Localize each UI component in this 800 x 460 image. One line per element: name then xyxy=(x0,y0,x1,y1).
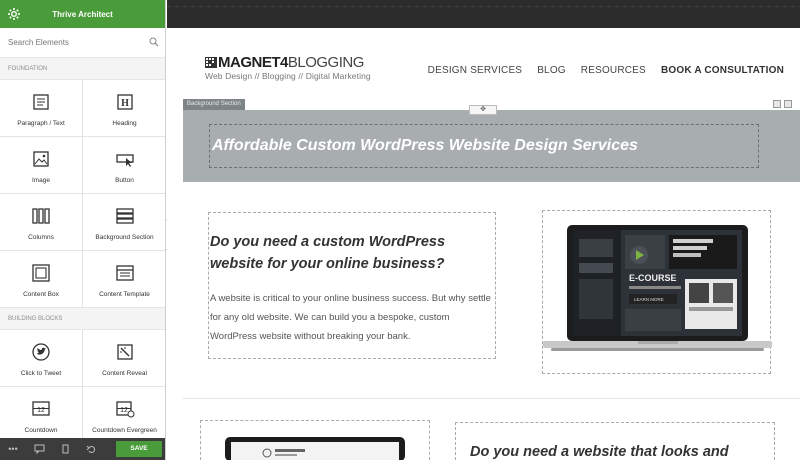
search-icon[interactable] xyxy=(149,37,159,47)
undo-icon[interactable] xyxy=(78,438,104,460)
editor-app: Thrive Architect FOUNDATION Paragraph / … xyxy=(0,0,800,460)
site-nav: DESIGN SERVICES BLOG RESOURCES BOOK A CO… xyxy=(428,65,784,76)
svg-text:H: H xyxy=(121,98,129,109)
content-reveal-icon xyxy=(116,344,133,360)
laptop-image: E-COURSE LEARN MORE xyxy=(543,225,772,351)
element-label: Columns xyxy=(28,234,54,241)
logo-light-text: BLOGGING xyxy=(287,54,365,71)
laptop-ecourse-text: E-COURSE xyxy=(629,273,677,283)
element-button[interactable]: Button xyxy=(83,137,165,194)
section-tools xyxy=(773,100,792,108)
image-content-box[interactable]: E-COURSE LEARN MORE xyxy=(542,210,772,374)
content-box-icon xyxy=(32,264,50,282)
element-columns[interactable]: Columns xyxy=(0,194,83,251)
sidebar-header: Thrive Architect xyxy=(0,0,165,28)
nav-design-services[interactable]: DESIGN SERVICES xyxy=(428,65,523,76)
image-icon xyxy=(33,151,49,167)
element-countdown-evergreen[interactable]: 12 Countdown Evergreen xyxy=(83,387,165,444)
editor-top-bar xyxy=(167,0,800,28)
countdown-evergreen-icon: 12 xyxy=(115,401,134,418)
element-paragraph-text[interactable]: Paragraph / Text xyxy=(0,80,83,137)
gear-icon[interactable] xyxy=(7,7,21,21)
columns-icon xyxy=(32,208,50,224)
elements-sidebar: Thrive Architect FOUNDATION Paragraph / … xyxy=(0,0,166,460)
element-click-to-tweet[interactable]: Click to Tweet xyxy=(0,330,83,387)
more-icon[interactable]: ••• xyxy=(0,438,26,460)
heading-icon: H xyxy=(116,94,133,110)
settings-icon[interactable] xyxy=(784,100,792,108)
site-logo[interactable]: MAGNET4BLOGGING Web Design // Blogging /… xyxy=(205,55,371,81)
sidebar-title: Thrive Architect xyxy=(52,9,113,19)
search-elements-input[interactable] xyxy=(0,28,140,56)
element-label: Background Section xyxy=(95,234,154,241)
building-blocks-grid: Click to Tweet Content Reveal 12 Countdo… xyxy=(0,330,165,444)
svg-text:12: 12 xyxy=(37,407,45,414)
section-label-building-blocks: BUILDING BLOCKS xyxy=(0,308,165,330)
element-label: Countdown xyxy=(24,427,58,434)
row-heading-2[interactable]: Do you need a website that looks and xyxy=(470,444,729,460)
element-label: Paragraph / Text xyxy=(17,120,65,127)
content-template-icon xyxy=(115,265,134,281)
section-type-label: Background Section xyxy=(183,99,245,110)
element-label: Button xyxy=(115,177,134,184)
text-content-box-2[interactable]: Do you need a website that looks and xyxy=(455,422,775,460)
nav-resources[interactable]: RESOURCES xyxy=(581,65,646,76)
svg-text:12: 12 xyxy=(120,407,128,414)
element-label: Heading xyxy=(112,120,137,127)
logo-tagline: Web Design // Blogging // Digital Market… xyxy=(205,71,371,81)
paragraph-icon xyxy=(33,94,49,110)
nav-blog[interactable]: BLOG xyxy=(537,65,566,76)
laptop-image-2 xyxy=(225,437,405,460)
laptop-learn-more-text: LEARN MORE xyxy=(634,297,664,302)
content-row-1: Do you need a custom WordPress website f… xyxy=(183,182,800,398)
editor-canvas: MAGNET4BLOGGING Web Design // Blogging /… xyxy=(167,0,800,460)
drag-handle-icon[interactable]: ✥ xyxy=(469,105,497,115)
element-label: Content Box xyxy=(23,291,59,298)
content-row-2: Do you need a website that looks and xyxy=(183,420,800,460)
row-divider xyxy=(183,398,800,399)
row-heading[interactable]: Do you need a custom WordPress website f… xyxy=(210,231,490,275)
logo-wordmark: MAGNET4BLOGGING xyxy=(205,55,371,70)
element-label: Content Template xyxy=(99,291,150,298)
element-label: Countdown Evergreen xyxy=(92,427,157,434)
element-label: Click to Tweet xyxy=(20,370,62,377)
twitter-icon xyxy=(32,343,50,361)
hero-title[interactable]: Affordable Custom WordPress Website Desi… xyxy=(212,137,638,155)
save-button[interactable]: SAVE xyxy=(116,441,162,457)
duplicate-icon[interactable] xyxy=(773,100,781,108)
sidebar-footer: ••• SAVE xyxy=(0,438,165,460)
button-icon xyxy=(115,154,134,167)
element-background-section[interactable]: Background Section xyxy=(83,194,165,251)
nav-book-consultation[interactable]: BOOK A CONSULTATION xyxy=(661,65,784,76)
element-countdown[interactable]: 12 Countdown xyxy=(0,387,83,444)
site-header: MAGNET4BLOGGING Web Design // Blogging /… xyxy=(167,28,800,110)
element-heading[interactable]: H Heading xyxy=(83,80,165,137)
element-label: Content Reveal xyxy=(102,370,147,377)
search-bar xyxy=(0,28,165,58)
element-content-reveal[interactable]: Content Reveal xyxy=(83,330,165,387)
foundation-elements-grid: Paragraph / Text H Heading Image Button … xyxy=(0,80,165,308)
element-content-template[interactable]: Content Template xyxy=(83,251,165,308)
responsive-icon[interactable] xyxy=(52,438,78,460)
hero-background-section[interactable]: Background Section ✥ Affordable Custom W… xyxy=(183,99,800,182)
hero-content-box[interactable]: Affordable Custom WordPress Website Desi… xyxy=(209,124,759,168)
text-content-box[interactable]: Do you need a custom WordPress website f… xyxy=(208,212,496,359)
comment-icon[interactable] xyxy=(26,438,52,460)
logo-grid-icon xyxy=(205,57,217,68)
element-label: Image xyxy=(31,177,51,184)
section-label-foundation: FOUNDATION xyxy=(0,58,165,80)
logo-main-text: MAGNET4 xyxy=(218,54,288,71)
element-content-box[interactable]: Content Box xyxy=(0,251,83,308)
element-image[interactable]: Image xyxy=(0,137,83,194)
countdown-icon: 12 xyxy=(32,401,50,416)
image-content-box-2[interactable] xyxy=(200,420,430,460)
row-paragraph[interactable]: A website is critical to your online bus… xyxy=(210,289,496,346)
background-section-icon xyxy=(115,208,134,224)
